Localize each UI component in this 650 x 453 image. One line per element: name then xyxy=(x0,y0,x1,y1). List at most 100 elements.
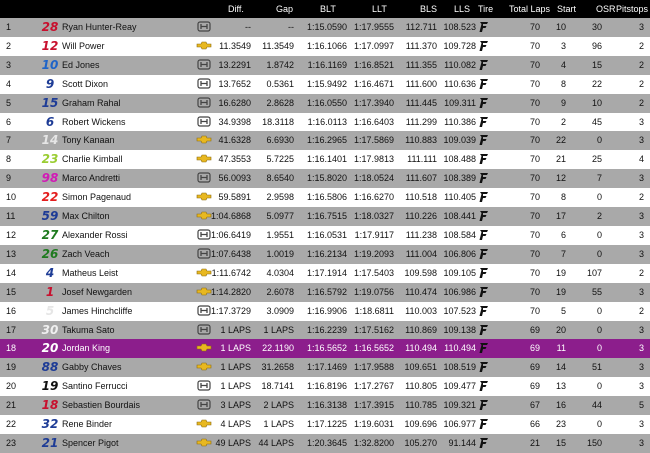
diff-cell: 34.9398 xyxy=(218,116,251,127)
firestone-tire-icon xyxy=(479,97,488,108)
table-row[interactable]: 22 32 Rene Binder 4 LAPS 1 LAPS 1:17.1225 1:19… xyxy=(0,415,650,434)
bls-cell: 109.651 xyxy=(404,362,437,373)
col-llt[interactable]: LLT xyxy=(372,4,387,14)
driver-name[interactable]: Robert Wickens xyxy=(62,117,126,127)
position-cell: 11 xyxy=(6,211,16,222)
firestone-tire-icon xyxy=(479,305,488,316)
start-cell: 23 xyxy=(555,419,566,430)
chevrolet-logo-icon xyxy=(196,419,212,428)
pitstops-cell: 3 xyxy=(638,419,644,430)
pitstops-cell: 3 xyxy=(638,437,644,448)
firestone-tire-icon xyxy=(479,381,488,392)
start-cell: 8 xyxy=(560,192,566,203)
total-laps-cell: 70 xyxy=(529,154,540,165)
driver-name[interactable]: Max Chilton xyxy=(62,211,110,221)
table-row[interactable]: 23 21 Spencer Pigot 49 LAPS 44 LAPS 1:20.3645… xyxy=(0,433,650,453)
driver-name[interactable]: Jordan King xyxy=(62,343,110,353)
table-row[interactable]: 8 23 Charlie Kimball 47.3553 5.7225 1:16.1401… xyxy=(0,150,650,170)
col-gap[interactable]: Gap xyxy=(276,4,293,14)
table-row[interactable]: 10 22 Simon Pagenaud 59.5891 2.9598 1:16.5806… xyxy=(0,188,650,208)
col-diff[interactable]: Diff. xyxy=(228,4,244,14)
position-cell: 14 xyxy=(6,267,17,278)
blt-cell: 1:15.0590 xyxy=(306,22,347,32)
bls-cell: 111.004 xyxy=(405,248,437,259)
gap-cell: 2.9598 xyxy=(266,192,294,203)
table-row[interactable]: 6 6 Robert Wickens 34.9398 18.3118 1:16.0113 1… xyxy=(0,112,650,132)
table-row[interactable]: 14 4 Matheus Leist 1:11.6742 4.0304 1:17.1914… xyxy=(0,263,650,283)
driver-name[interactable]: Charlie Kimball xyxy=(62,154,123,164)
total-laps-cell: 70 xyxy=(529,59,540,70)
driver-name[interactable]: Takuma Sato xyxy=(62,325,115,335)
car-number: 22 xyxy=(41,190,59,205)
col-total-laps[interactable]: Total Laps xyxy=(509,4,550,14)
pitstops-cell: 2 xyxy=(638,305,644,316)
table-row[interactable]: 18 20 Jordan King 1 LAPS 22.1190 1:16.5652 1:1… xyxy=(0,339,650,359)
blt-cell: 1:16.0531 xyxy=(306,229,347,240)
table-row[interactable]: 13 26 Zach Veach 1:07.6438 1.0019 1:16.2134 1:… xyxy=(0,244,650,264)
osr-cell: 22 xyxy=(591,78,602,89)
gap-cell: 1.0019 xyxy=(266,248,294,259)
table-row[interactable]: 12 27 Alexander Rossi 1:06.6419 1.9551 1:16.0… xyxy=(0,225,650,245)
table-row[interactable]: 5 15 Graham Rahal 16.6280 2.8628 1:16.0550 1:1… xyxy=(0,93,650,113)
driver-name[interactable]: Matheus Leist xyxy=(62,268,118,278)
lls-cell: 109.105 xyxy=(443,267,476,278)
table-row[interactable]: 17 30 Takuma Sato 1 LAPS 1 LAPS 1:16.2239 1:17… xyxy=(0,320,650,340)
start-cell: 13 xyxy=(555,381,566,392)
col-pitstops[interactable]: Pitstops xyxy=(616,4,648,14)
col-bls[interactable]: BLS xyxy=(420,4,437,14)
driver-name[interactable]: Josef Newgarden xyxy=(62,287,132,297)
table-row[interactable]: 11 59 Max Chilton 1:04.6868 5.0977 1:16.7515 1… xyxy=(0,207,650,226)
driver-name[interactable]: Zach Veach xyxy=(62,249,110,259)
blt-cell: 1:16.1169 xyxy=(307,59,347,70)
table-row[interactable]: 7 14 Tony Kanaan 41.6328 6.6930 1:16.2965 1:17… xyxy=(0,131,650,151)
driver-name[interactable]: Sebastien Bourdais xyxy=(62,400,140,410)
table-row[interactable]: 9 98 Marco Andretti 56.0093 8.6540 1:15.8020 1… xyxy=(0,169,650,189)
lls-cell: 109.138 xyxy=(443,324,476,335)
driver-name[interactable]: Alexander Rossi xyxy=(62,230,128,240)
position-cell: 20 xyxy=(6,381,17,392)
driver-name[interactable]: Santino Ferrucci xyxy=(62,381,128,391)
driver-name[interactable]: Ed Jones xyxy=(62,60,100,70)
pitstops-cell: 3 xyxy=(638,173,644,184)
col-tire[interactable]: Tire xyxy=(478,4,493,14)
table-row[interactable]: 19 88 Gabby Chaves 1 LAPS 31.2658 1:17.1469 1:… xyxy=(0,358,650,378)
llt-cell: 1:17.5403 xyxy=(353,267,394,278)
driver-name[interactable]: Tony Kanaan xyxy=(62,135,115,145)
osr-cell: 0 xyxy=(596,381,602,392)
llt-cell: 1:17.9588 xyxy=(353,362,394,373)
position-cell: 22 xyxy=(6,419,17,430)
table-row[interactable]: 16 5 James Hinchcliffe 1:17.3729 3.0909 1:16.… xyxy=(0,301,650,321)
diff-cell: 1 LAPS xyxy=(220,343,251,354)
lls-cell: 108.389 xyxy=(443,173,476,184)
total-laps-cell: 70 xyxy=(529,192,540,203)
table-row[interactable]: 15 1 Josef Newgarden 1:14.2820 2.6078 1:16.57… xyxy=(0,282,650,302)
lls-cell: 108.488 xyxy=(443,154,476,165)
firestone-tire-icon xyxy=(479,135,488,146)
pitstops-cell: 3 xyxy=(638,324,644,335)
table-row[interactable]: 20 19 Santino Ferrucci 1 LAPS 18.7141 1:16.81… xyxy=(0,377,650,397)
driver-name[interactable]: Graham Rahal xyxy=(62,98,121,108)
driver-name[interactable]: Scott Dixon xyxy=(62,79,108,89)
driver-name[interactable]: Rene Binder xyxy=(62,419,112,429)
blt-cell: 1:15.9492 xyxy=(306,78,347,89)
driver-name[interactable]: Gabby Chaves xyxy=(62,362,122,372)
table-row[interactable]: 4 9 Scott Dixon 13.7652 0.5361 1:15.9492 1:16.… xyxy=(0,74,650,94)
col-blt[interactable]: BLT xyxy=(320,4,336,14)
col-lls[interactable]: LLS xyxy=(454,4,470,14)
driver-name[interactable]: Ryan Hunter-Reay xyxy=(62,22,137,32)
driver-name[interactable]: Simon Pagenaud xyxy=(62,192,131,202)
table-row[interactable]: 3 10 Ed Jones 13.2291 1.8742 1:16.1169 1:16.85… xyxy=(0,55,650,75)
table-row[interactable]: 1 28 Ryan Hunter-Reay -- -- 1:15.0590 1:17.955… xyxy=(0,18,650,37)
col-start[interactable]: Start xyxy=(557,4,576,14)
blt-cell: 1:16.3138 xyxy=(306,400,347,411)
chevrolet-logo-icon xyxy=(196,136,212,144)
driver-name[interactable]: Spencer Pigot xyxy=(62,438,119,448)
table-row[interactable]: 2 12 Will Power 11.3549 11.3549 1:16.1066 1:17… xyxy=(0,36,650,56)
col-osr[interactable]: OSR xyxy=(596,4,616,14)
total-laps-cell: 70 xyxy=(529,135,540,146)
diff-cell: 41.6328 xyxy=(218,135,251,146)
driver-name[interactable]: Marco Andretti xyxy=(62,173,120,183)
driver-name[interactable]: Will Power xyxy=(62,41,105,51)
driver-name[interactable]: James Hinchcliffe xyxy=(62,306,132,316)
table-row[interactable]: 21 18 Sebastien Bourdais 3 LAPS 2 LAPS 1:16.3… xyxy=(0,396,650,416)
